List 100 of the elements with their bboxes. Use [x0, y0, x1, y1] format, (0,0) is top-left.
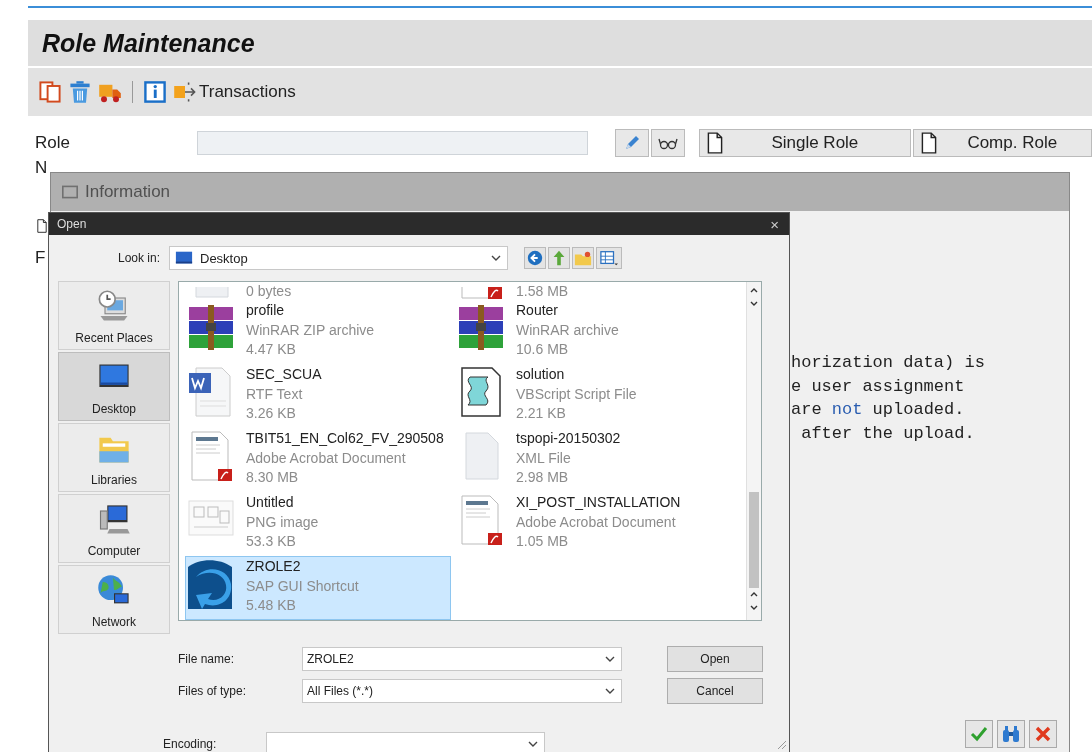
message-text: horization data) is	[791, 352, 986, 374]
file-size: 53.3 KB	[246, 532, 297, 551]
role-input-field[interactable]	[197, 131, 589, 155]
chevron-down-icon	[491, 254, 501, 262]
file-size: 2.21 KB	[516, 404, 567, 423]
encoding-label: Encoding:	[163, 737, 217, 751]
place-label: Desktop	[92, 402, 136, 416]
trash-icon	[68, 80, 92, 104]
places-item[interactable]: Network	[58, 565, 170, 634]
file-size: 5.48 KB	[246, 596, 297, 615]
confirm-button[interactable]	[965, 720, 993, 748]
new-folder-icon	[574, 249, 592, 267]
file-size: 1.05 MB	[516, 532, 570, 551]
file-item[interactable]: 1.58 MB	[455, 282, 721, 300]
dialog-title: Information	[85, 182, 171, 202]
file-size: 1.58 MB	[516, 283, 569, 299]
file-type: WinRAR archive	[516, 320, 619, 340]
file-item[interactable]: profile WinRAR ZIP archive 4.47 KB	[185, 300, 451, 364]
page-icon	[35, 216, 49, 236]
scrollbar[interactable]	[746, 282, 761, 620]
file-type: VBScript Script File	[516, 384, 637, 404]
places-item[interactable]: Recent Places	[58, 281, 170, 350]
back-button[interactable]	[524, 247, 546, 269]
file-size: 10.6 MB	[516, 340, 570, 359]
window-icon	[61, 184, 79, 200]
file-type: RTF Text	[246, 384, 304, 404]
file-type-dropdown[interactable]: All Files (*.*)	[302, 679, 622, 703]
resize-grip-icon	[775, 738, 787, 750]
places-item[interactable]: Computer	[58, 494, 170, 563]
file-name: XI_POST_INSTALLATION	[516, 493, 681, 512]
chevron-down-icon	[605, 655, 615, 663]
info-button[interactable]	[143, 80, 167, 104]
view-menu-icon	[598, 249, 620, 267]
field-label: N	[34, 158, 48, 178]
up-folder-button[interactable]	[548, 247, 570, 269]
file-type: Adobe Acrobat Document	[246, 448, 407, 468]
file-item[interactable]: Router WinRAR archive 10.6 MB	[455, 300, 721, 364]
file-item[interactable]: solution VBScript Script File 2.21 KB	[455, 364, 721, 428]
message-text: after the upload.	[800, 422, 976, 445]
display-button[interactable]	[651, 129, 686, 157]
back-icon	[526, 249, 544, 267]
message-text: e user assignment	[791, 375, 966, 398]
file-name: Router	[516, 301, 560, 320]
file-item[interactable]: 0 bytes	[185, 282, 451, 300]
file-name: profile	[246, 301, 286, 320]
file-name-dropdown[interactable]: ZROLE2	[302, 647, 622, 671]
file-type: PNG image	[246, 512, 319, 532]
dropdown-value: Desktop	[200, 250, 248, 266]
look-in-label: Look in:	[116, 251, 161, 265]
file-item[interactable]: SEC_SCUA RTF Text 3.26 KB	[185, 364, 451, 428]
open-button[interactable]: Open	[667, 646, 763, 672]
view-menu-button[interactable]	[596, 247, 622, 269]
file-name: TBIT51_EN_Col62_FV_290508	[246, 429, 444, 448]
file-size: 3.26 KB	[246, 404, 297, 423]
trash-button[interactable]	[68, 80, 92, 104]
file-size: 0 bytes	[246, 283, 292, 299]
role-type-button[interactable]: Single Role	[699, 129, 911, 157]
copy-button[interactable]	[38, 80, 62, 104]
find-button[interactable]	[997, 720, 1025, 748]
places-item[interactable]: Libraries	[58, 423, 170, 492]
place-label: Network	[92, 615, 136, 629]
file-name: tspopi-20150302	[516, 429, 621, 448]
transactions-button[interactable]: Transactions	[173, 80, 296, 104]
places-item[interactable]: Desktop	[58, 352, 170, 421]
message-text: are not uploaded.	[791, 399, 966, 421]
cancel-button[interactable]	[1029, 720, 1057, 748]
file-size: 2.98 MB	[516, 468, 570, 487]
place-label: Libraries	[91, 473, 137, 487]
file-item[interactable]: Untitled PNG image 53.3 KB	[185, 492, 451, 556]
file-name: solution	[516, 365, 566, 384]
file-type-label: Files of type:	[178, 684, 248, 698]
edit-button[interactable]	[615, 129, 650, 157]
file-item[interactable]: tspopi-20150302 XML File 2.98 MB	[455, 428, 721, 492]
dialog-title: Open	[57, 217, 87, 231]
screen-title: Role Maintenance	[28, 20, 1092, 68]
role-label: Role	[34, 133, 71, 153]
file-item[interactable]: ZROLE2 SAP GUI Shortcut 5.48 KB	[185, 556, 451, 620]
chevron-down-icon	[528, 740, 539, 748]
copy-icon	[38, 80, 62, 104]
close-button[interactable]: ×	[768, 215, 781, 233]
info-icon	[143, 80, 167, 104]
transactions-icon	[173, 80, 197, 104]
file-type: Adobe Acrobat Document	[516, 512, 677, 532]
binoculars-icon	[1001, 724, 1021, 744]
look-in-dropdown[interactable]: Desktop	[169, 246, 508, 270]
file-size: 4.47 KB	[246, 340, 297, 359]
scrollbar-thumb[interactable]	[749, 492, 759, 588]
file-name: Untitled	[246, 493, 295, 512]
file-name-label: File name:	[178, 652, 236, 666]
new-folder-button[interactable]	[572, 247, 594, 269]
file-type: WinRAR ZIP archive	[246, 320, 375, 340]
role-type-button[interactable]: Comp. Role	[912, 129, 1092, 157]
file-size: 8.30 MB	[246, 468, 300, 487]
file-item[interactable]: XI_POST_INSTALLATION Adobe Acrobat Document 1.05 MB	[455, 492, 721, 556]
place-label: Computer	[87, 544, 141, 558]
chevron-down-icon	[605, 687, 615, 695]
file-name: SEC_SCUA	[246, 365, 322, 384]
cancel-button[interactable]: Cancel	[667, 678, 763, 704]
place-label: Recent Places	[75, 331, 153, 345]
file-item[interactable]: TBIT51_EN_Col62_FV_290508 Adobe Acrobat Document 8.30 MB	[185, 428, 451, 492]
